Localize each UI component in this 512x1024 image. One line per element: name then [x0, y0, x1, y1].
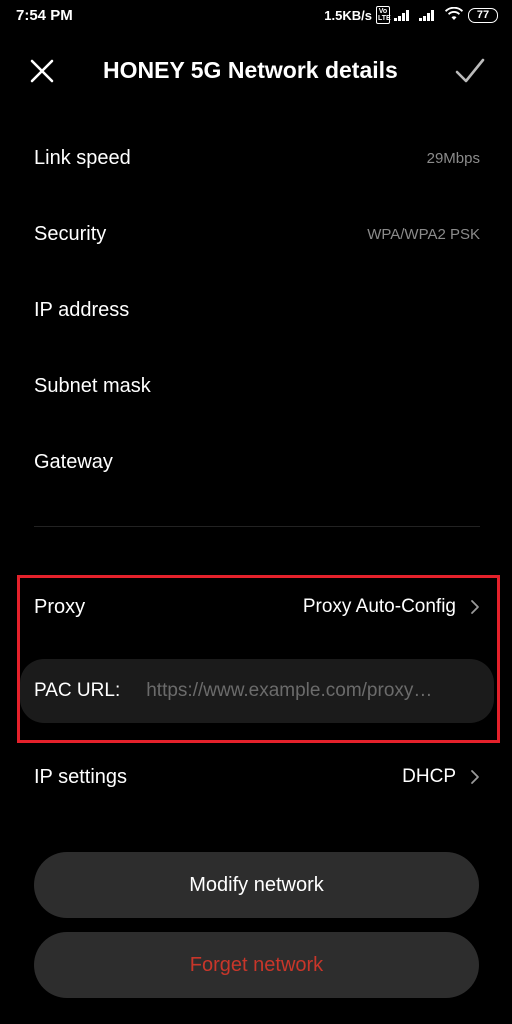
detail-row-link-speed: Link speed 29Mbps [34, 138, 480, 178]
detail-row-gateway: Gateway [34, 442, 480, 482]
close-button[interactable] [27, 56, 57, 86]
detail-value: WPA/WPA2 PSK [367, 225, 480, 243]
status-bar: 7:54 PM 1.5KB/s Vo LTE 77 [0, 0, 512, 34]
network-speed: 1.5KB/s [324, 7, 372, 23]
signal-icon-2 [419, 9, 434, 21]
page-title: HONEY 5G Network details [103, 57, 398, 83]
detail-label: IP address [34, 298, 130, 321]
battery-icon: 77 [468, 7, 498, 23]
detail-label: Security [34, 222, 107, 245]
volte-icon: Vo LTE [376, 6, 391, 24]
detail-row-security: Security WPA/WPA2 PSK [34, 214, 480, 254]
section-divider [34, 526, 480, 527]
close-icon [30, 59, 54, 83]
detail-label: Gateway [34, 450, 113, 473]
detail-label: Link speed [34, 146, 131, 169]
signal-icon-1 [394, 9, 409, 21]
status-icons: 1.5KB/s Vo LTE 77 [324, 6, 498, 24]
ip-settings-value-group: DHCP [402, 766, 480, 788]
header: HONEY 5G Network details [0, 40, 512, 100]
check-icon [455, 58, 485, 83]
ip-settings-label: IP settings [34, 765, 128, 788]
detail-row-ip-address: IP address [34, 290, 480, 330]
wifi-icon [444, 6, 464, 24]
detail-row-subnet-mask: Subnet mask [34, 366, 480, 406]
forget-network-button[interactable]: Forget network [34, 932, 479, 998]
chevron-right-icon [471, 770, 479, 784]
detail-label: Subnet mask [34, 374, 151, 397]
highlight-box [17, 575, 500, 743]
modify-network-button[interactable]: Modify network [34, 852, 479, 918]
detail-value: 29Mbps [426, 149, 480, 167]
confirm-button[interactable] [454, 55, 486, 87]
ip-settings-value: DHCP [402, 766, 456, 787]
ip-settings-row[interactable]: IP settings DHCP [34, 757, 480, 797]
status-time: 7:54 PM [16, 7, 73, 24]
